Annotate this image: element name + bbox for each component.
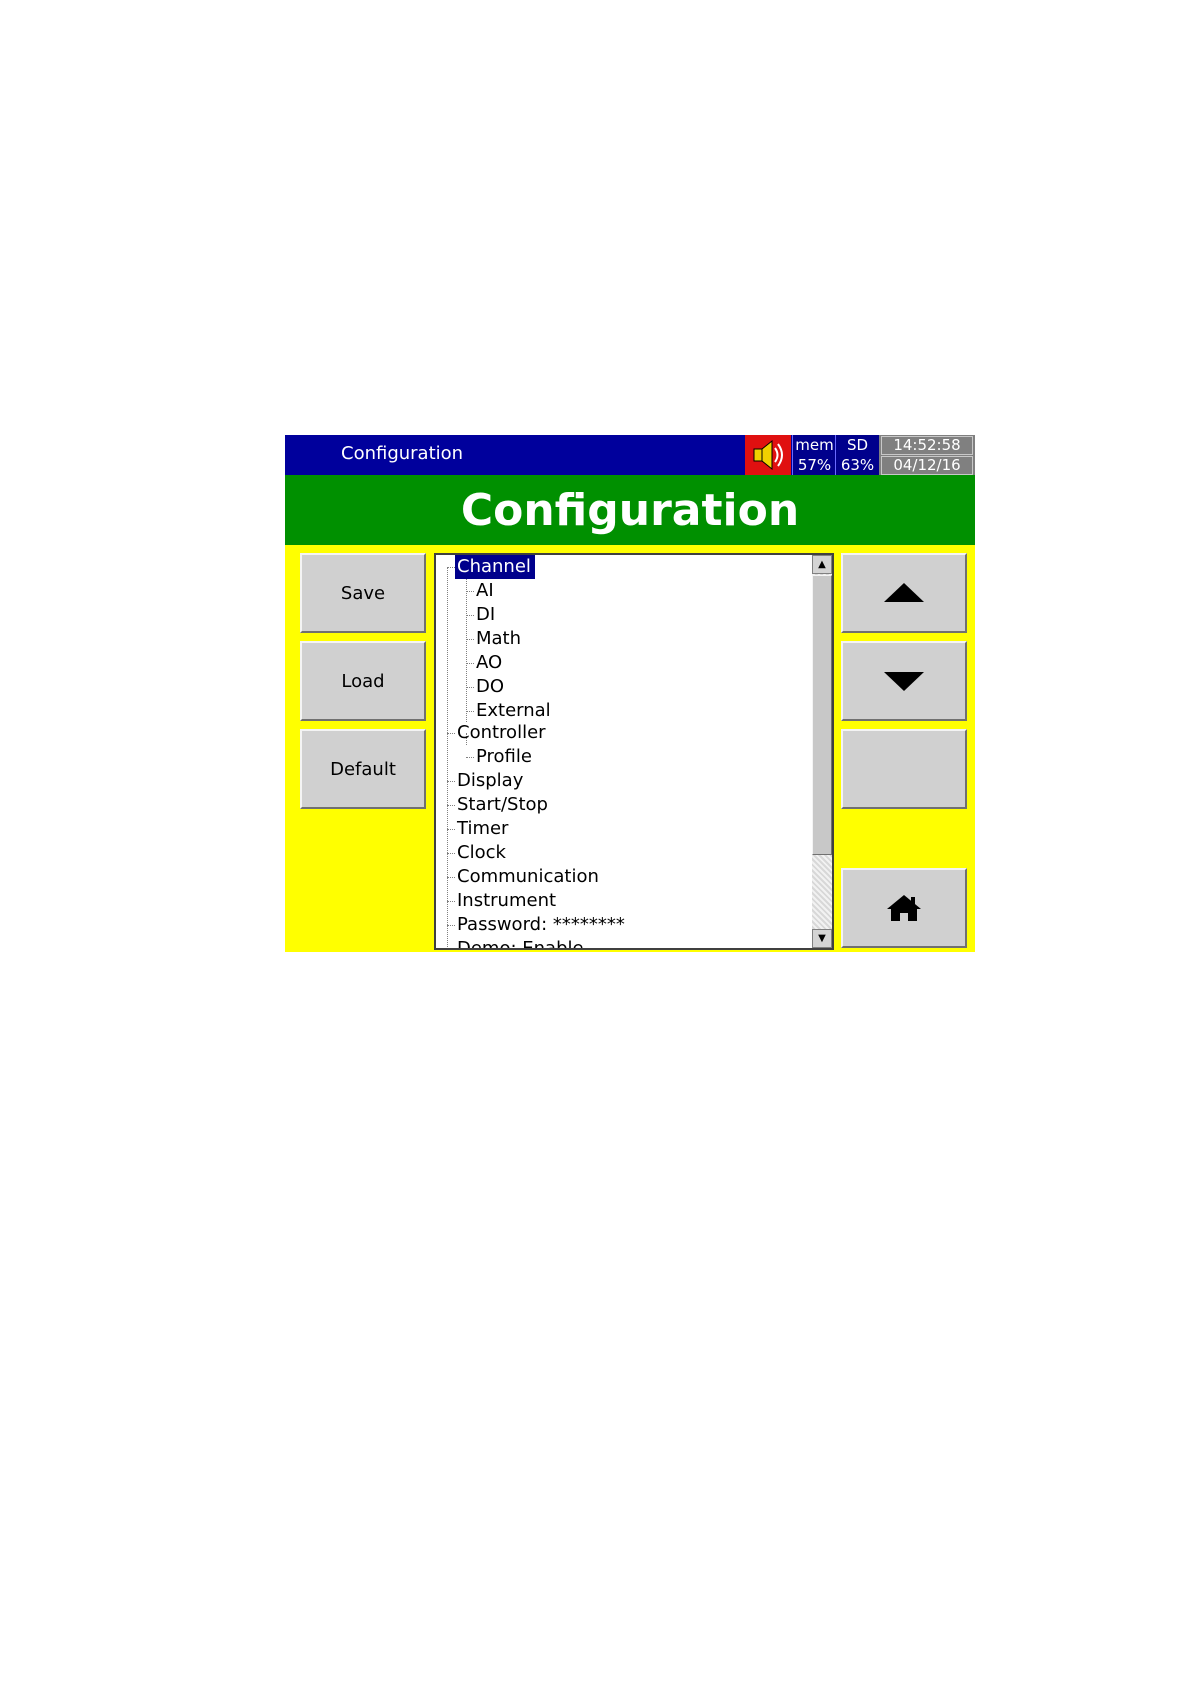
tree-item-clock[interactable]: Clock xyxy=(457,841,506,865)
scroll-thumb[interactable] xyxy=(812,575,832,855)
load-button[interactable]: Load xyxy=(300,641,426,721)
clock: 14:52:58 04/12/16 xyxy=(879,435,975,475)
speaker-icon[interactable] xyxy=(745,435,791,475)
tree-item-timer[interactable]: Timer xyxy=(457,817,508,841)
tree-connector xyxy=(447,733,455,734)
tree-item-math[interactable]: Math xyxy=(476,627,521,651)
default-button[interactable]: Default xyxy=(300,729,426,809)
tree-item-profile[interactable]: Profile xyxy=(476,745,532,769)
window-title: Configuration xyxy=(341,443,464,464)
home-button[interactable] xyxy=(841,868,967,948)
tree-connector xyxy=(447,567,448,948)
tree-item-ai[interactable]: AI xyxy=(476,579,494,603)
tree-connector xyxy=(466,757,474,758)
tree-item-ao[interactable]: AO xyxy=(476,651,502,675)
tree-item-channel[interactable]: Channel xyxy=(455,555,535,579)
config-tree[interactable]: Channel AI DI Math AO DO External Contro… xyxy=(434,553,834,950)
tree-connector xyxy=(466,711,474,712)
mem-label: mem xyxy=(795,436,834,454)
tree-item-di[interactable]: DI xyxy=(476,603,495,627)
tree-item-demo[interactable]: Demo: Enable xyxy=(457,937,584,948)
clock-time: 14:52:58 xyxy=(881,436,973,455)
tree-item-controller[interactable]: Controller xyxy=(457,721,546,745)
blank-button[interactable] xyxy=(841,729,967,809)
tree-item-password[interactable]: Password: ******** xyxy=(457,913,625,937)
tree-item-external[interactable]: External xyxy=(476,699,551,723)
tree-connector xyxy=(447,853,455,854)
tree-connector xyxy=(466,639,474,640)
sd-status: SD 63% xyxy=(835,435,879,475)
recorder-screen: Configuration mem 57% SD 63% 14:52:58 04… xyxy=(285,435,975,952)
save-button[interactable]: Save xyxy=(300,553,426,633)
tree-connector xyxy=(447,829,455,830)
tree-connector xyxy=(447,781,455,782)
sd-label: SD xyxy=(846,436,869,454)
tree-connector xyxy=(447,567,455,568)
page-up-button[interactable] xyxy=(841,553,967,633)
scroll-down-button[interactable]: ▼ xyxy=(812,929,832,948)
tree-connector xyxy=(447,901,455,902)
memory-status: mem 57% xyxy=(792,435,836,475)
sd-value: 63% xyxy=(840,456,875,474)
tree-connector xyxy=(466,687,474,688)
tree-connector xyxy=(447,925,455,926)
tree-item-display[interactable]: Display xyxy=(457,769,523,793)
page-down-button[interactable] xyxy=(841,641,967,721)
tree-connector xyxy=(466,579,467,722)
tree-connector xyxy=(466,663,474,664)
clock-date: 04/12/16 xyxy=(881,456,973,475)
triangle-down-icon xyxy=(884,672,924,691)
page-title: Configuration xyxy=(285,475,975,545)
tree-item-do[interactable]: DO xyxy=(476,675,504,699)
scroll-up-button[interactable]: ▲ xyxy=(812,555,832,574)
mem-value: 57% xyxy=(797,456,832,474)
triangle-up-icon xyxy=(884,583,924,602)
tree-item-communication[interactable]: Communication xyxy=(457,865,599,889)
tree-scrollbar[interactable]: ▲ ▼ xyxy=(812,555,832,948)
tree-connector xyxy=(447,949,455,950)
title-bar: Configuration mem 57% SD 63% 14:52:58 04… xyxy=(285,435,975,475)
tree-item-start-stop[interactable]: Start/Stop xyxy=(457,793,548,817)
home-icon xyxy=(887,895,921,921)
tree-connector xyxy=(447,805,455,806)
tree-item-instrument[interactable]: Instrument xyxy=(457,889,556,913)
tree-connector xyxy=(447,877,455,878)
tree-connector xyxy=(466,615,474,616)
tree-connector xyxy=(466,591,474,592)
